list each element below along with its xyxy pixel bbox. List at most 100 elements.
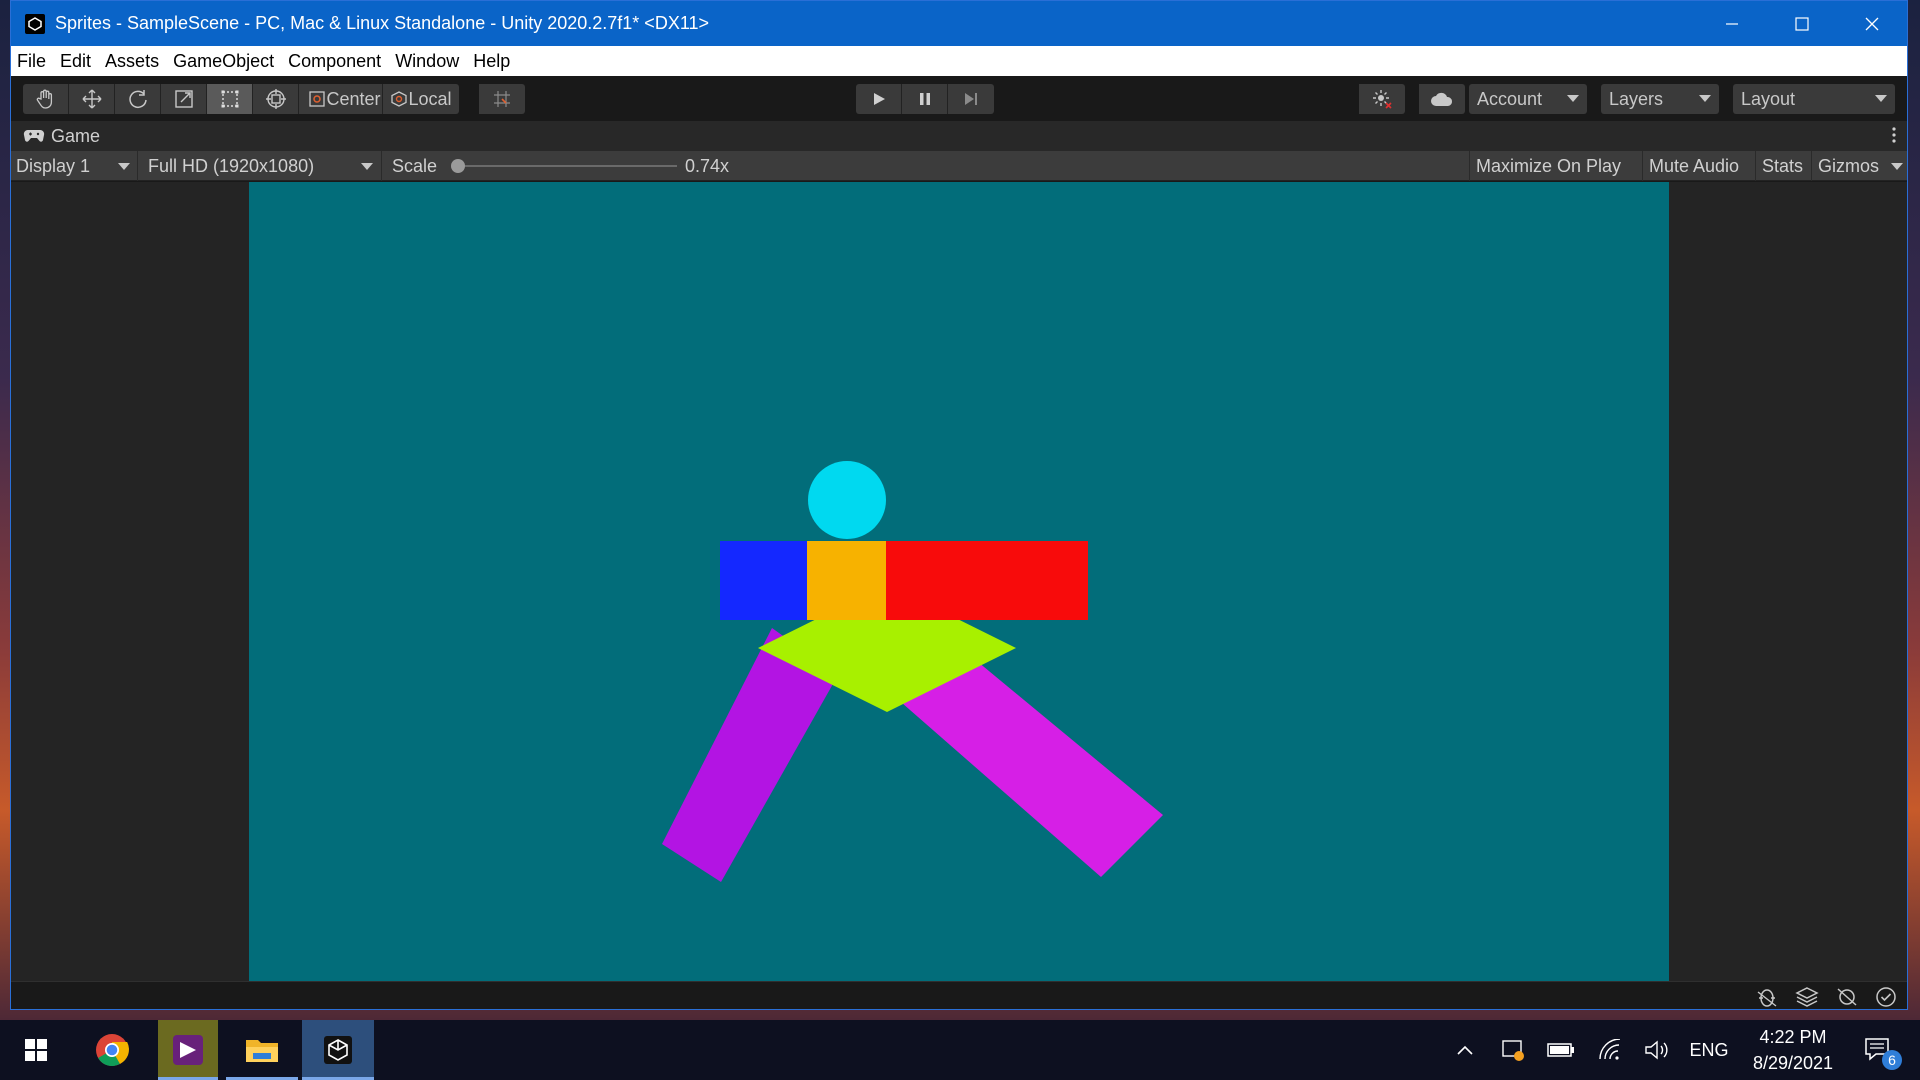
pause-icon	[919, 93, 930, 105]
lighting-icon[interactable]	[1835, 986, 1859, 1008]
sprite-head	[808, 461, 886, 539]
tray-battery[interactable]	[1544, 1020, 1578, 1080]
grid-snap-button[interactable]	[479, 84, 525, 114]
wifi-icon	[1599, 1039, 1621, 1060]
gamepad-icon	[23, 129, 45, 142]
tray-sync[interactable]	[1496, 1020, 1530, 1080]
resolution-label: Full HD (1920x1080)	[148, 155, 315, 176]
chevron-down-icon	[361, 162, 373, 170]
tab-game[interactable]: Game	[11, 121, 100, 151]
transform-tool-button[interactable]	[253, 84, 299, 114]
stats-toggle[interactable]: Stats	[1755, 151, 1809, 181]
rotate-tool-button[interactable]	[115, 84, 161, 114]
slider-track	[459, 165, 677, 167]
maximize-on-play-toggle[interactable]: Maximize On Play	[1469, 151, 1627, 181]
grid-snap-group	[479, 84, 525, 114]
hand-tool-button[interactable]	[23, 84, 69, 114]
layers-dropdown[interactable]: Layers	[1601, 84, 1719, 114]
minimize-icon	[1726, 22, 1738, 25]
tray-language[interactable]: ENG	[1684, 1020, 1734, 1080]
move-tool-button[interactable]	[69, 84, 115, 114]
scale-control: Scale	[381, 151, 437, 181]
rect-tool-icon	[221, 90, 238, 108]
chevron-up-icon	[1457, 1045, 1473, 1055]
menu-window[interactable]: Window	[388, 51, 466, 72]
scale-slider[interactable]	[451, 151, 677, 181]
grid-snap-icon	[494, 91, 510, 107]
menu-help[interactable]: Help	[466, 51, 517, 72]
play-controls	[856, 84, 994, 114]
step-icon	[965, 93, 977, 105]
status-bar	[11, 981, 1907, 1009]
pivot-label: Center	[326, 88, 381, 109]
space-label: Local	[408, 88, 452, 109]
scale-tool-button[interactable]	[161, 84, 207, 114]
account-dropdown[interactable]: Account	[1469, 84, 1587, 114]
debug-icon[interactable]	[1755, 986, 1779, 1008]
display-label: Display 1	[16, 155, 91, 176]
collab-button[interactable]	[1359, 84, 1405, 114]
action-center-button[interactable]: 6	[1850, 1020, 1906, 1080]
pivot-center-toggle[interactable]: Center	[307, 84, 383, 114]
scale-icon	[174, 90, 193, 108]
close-button[interactable]	[1837, 1, 1907, 46]
menu-file[interactable]: File	[11, 51, 53, 72]
tray-volume[interactable]	[1640, 1020, 1674, 1080]
notification-count-badge: 6	[1882, 1050, 1902, 1070]
folder-icon	[246, 1040, 278, 1062]
window-title: Sprites - SampleScene - PC, Mac & Linux …	[55, 13, 710, 33]
display-dropdown[interactable]: Display 1	[16, 151, 134, 181]
collab-group	[1359, 84, 1405, 114]
language-label: ENG	[1689, 1039, 1729, 1060]
play-icon	[873, 93, 885, 105]
layout-dropdown[interactable]: Layout	[1733, 84, 1895, 114]
gizmos-dropdown[interactable]: Gizmos	[1811, 151, 1907, 181]
mute-audio-toggle[interactable]: Mute Audio	[1642, 151, 1745, 181]
unity-editor-window: Sprites - SampleScene - PC, Mac & Linux …	[10, 0, 1908, 1010]
step-button[interactable]	[948, 84, 994, 114]
layers-stack-icon[interactable]	[1795, 986, 1819, 1008]
taskbar-clock[interactable]: 4:22 PM 8/29/2021	[1738, 1024, 1848, 1076]
menu-gameobject[interactable]: GameObject	[166, 51, 281, 72]
main-toolbar: Center Local Account Layers Layout	[11, 76, 1907, 121]
taskbar-unity[interactable]	[302, 1020, 374, 1080]
layout-label: Layout	[1741, 88, 1796, 109]
taskbar: ENG 4:22 PM 8/29/2021 6	[0, 1020, 1920, 1080]
resolution-dropdown[interactable]: Full HD (1920x1080)	[137, 151, 377, 181]
rect-tool-button[interactable]	[207, 84, 253, 114]
taskbar-visual-studio[interactable]	[158, 1020, 218, 1080]
slider-thumb[interactable]	[451, 159, 465, 173]
game-tab-label: Game	[51, 125, 101, 146]
maximize-button[interactable]	[1767, 1, 1837, 46]
tray-network[interactable]	[1594, 1020, 1628, 1080]
taskbar-chrome[interactable]	[76, 1020, 148, 1080]
game-render-area[interactable]	[249, 182, 1669, 981]
scene-render	[662, 461, 1163, 882]
pivot-space-toggle[interactable]: Local	[383, 84, 459, 114]
chrome-icon	[96, 1034, 129, 1067]
show-hidden-icons-button[interactable]	[1450, 1020, 1480, 1080]
clock-date: 8/29/2021	[1752, 1053, 1834, 1073]
chevron-down-icon	[1567, 95, 1579, 102]
close-icon	[1865, 17, 1879, 30]
minimize-button[interactable]	[1697, 1, 1767, 46]
title-bar: Sprites - SampleScene - PC, Mac & Linux …	[11, 1, 1907, 46]
check-circle-icon[interactable]	[1875, 986, 1897, 1008]
play-button[interactable]	[856, 84, 902, 114]
chevron-down-icon	[1891, 162, 1903, 170]
game-tab-header: Game	[11, 121, 1907, 151]
taskbar-file-explorer[interactable]	[226, 1020, 298, 1080]
more-options-button[interactable]	[1891, 125, 1897, 145]
mute-audio-label: Mute Audio	[1649, 155, 1740, 176]
unity-icon	[324, 1036, 352, 1064]
start-button[interactable]	[0, 1020, 72, 1080]
menu-component[interactable]: Component	[281, 51, 388, 72]
unity-icon	[25, 13, 45, 34]
transform-icon	[265, 89, 286, 109]
cloud-button[interactable]	[1419, 84, 1465, 114]
clock-time: 4:22 PM	[1759, 1027, 1827, 1047]
menu-edit[interactable]: Edit	[53, 51, 98, 72]
menu-assets[interactable]: Assets	[98, 51, 166, 72]
pause-button[interactable]	[902, 84, 948, 114]
game-viewport[interactable]	[11, 182, 1907, 981]
